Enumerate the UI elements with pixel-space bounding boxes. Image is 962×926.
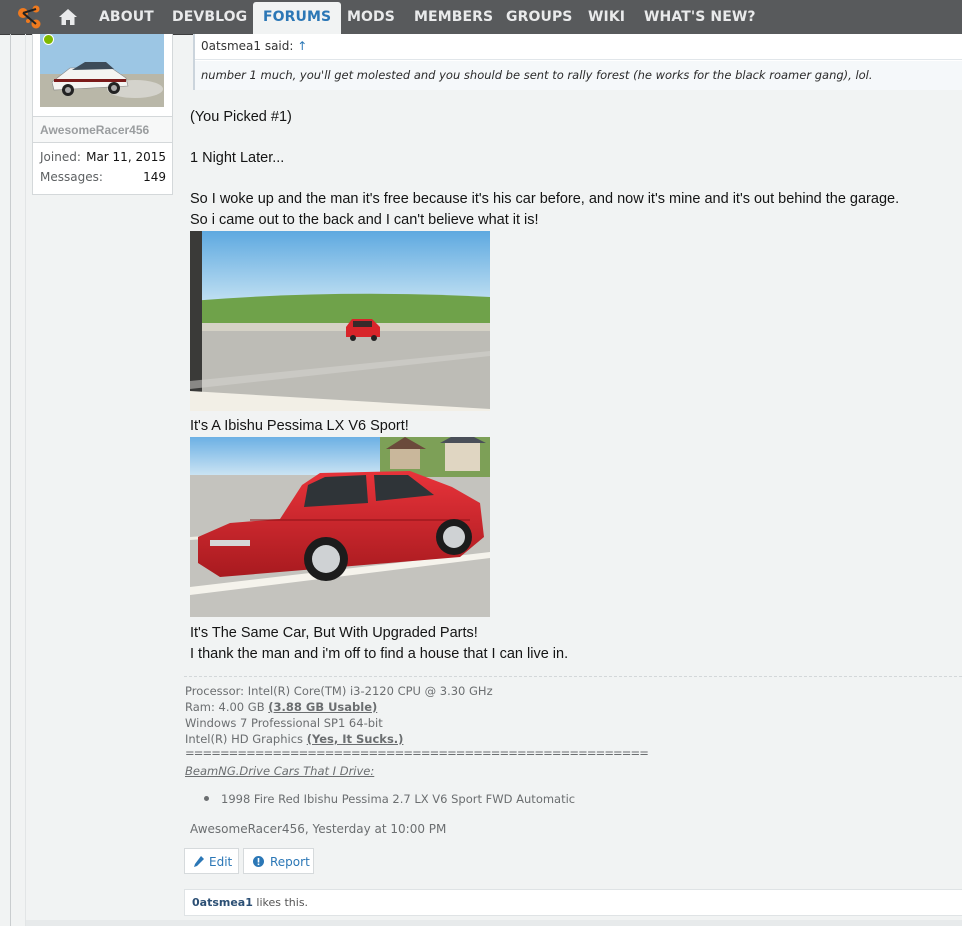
nav-tab-members[interactable]: MEMBERS bbox=[414, 0, 493, 34]
sig-cars-title: BeamNG.Drive Cars That I Drive: bbox=[185, 764, 375, 778]
sig-processor: Processor: Intel(R) Core(TM) i3-2120 CPU… bbox=[185, 684, 493, 698]
nav-tab-groups[interactable]: GROUPS bbox=[506, 0, 573, 34]
username[interactable]: AwesomeRacer456 bbox=[33, 116, 172, 143]
avatar[interactable] bbox=[40, 34, 164, 107]
sig-ram: Ram: 4.00 GB (3.88 GB Usable) bbox=[185, 700, 377, 714]
edit-button-label: Edit bbox=[209, 855, 233, 869]
report-button-label: Report bbox=[270, 855, 310, 869]
report-button[interactable]: Report bbox=[243, 848, 314, 874]
post-bottom-border bbox=[26, 920, 962, 926]
joined-row: Joined: Mar 11, 2015 bbox=[40, 150, 166, 164]
post-line-woke: So I woke up and the man it's free becau… bbox=[190, 191, 900, 207]
list-bullet bbox=[204, 796, 209, 801]
post-line-night: 1 Night Later... bbox=[190, 150, 285, 166]
messages-label: Messages: bbox=[40, 170, 103, 184]
top-nav: ABOUT DEVBLOG FORUMS MODS MEMBERS GROUPS… bbox=[0, 0, 962, 35]
likes-user-link[interactable]: 0atsmea1 bbox=[192, 896, 253, 909]
likes-suffix: likes this. bbox=[252, 896, 309, 909]
sig-gpu: Intel(R) HD Graphics (Yes, It Sucks.) bbox=[185, 732, 403, 746]
quote-header: 0atsmea1 said: ↑ bbox=[195, 34, 962, 60]
user-profile-card: AwesomeRacer456 Joined: Mar 11, 2015 Mes… bbox=[32, 34, 173, 195]
post-caption-pessima: It's A Ibishu Pessima LX V6 Sport! bbox=[190, 418, 409, 434]
nav-tab-about[interactable]: ABOUT bbox=[99, 0, 154, 34]
beamng-logo-icon[interactable] bbox=[16, 4, 44, 30]
page-border-inner bbox=[25, 34, 26, 926]
alert-icon bbox=[253, 856, 264, 867]
post-image-car[interactable] bbox=[190, 437, 490, 617]
post-line-picked: (You Picked #1) bbox=[190, 109, 292, 125]
nav-tab-wiki[interactable]: WIKI bbox=[588, 0, 625, 34]
sig-separator: ========================================… bbox=[185, 746, 649, 760]
joined-label: Joined: bbox=[40, 150, 81, 164]
pencil-icon bbox=[194, 856, 204, 867]
post-line-came-out: So i came out to the back and I can't be… bbox=[190, 212, 539, 228]
online-status-dot bbox=[43, 34, 54, 45]
post-line-same-car: It's The Same Car, But With Upgraded Par… bbox=[190, 625, 478, 641]
post-image-lot[interactable] bbox=[190, 231, 490, 411]
edit-button[interactable]: Edit bbox=[184, 848, 239, 874]
signature-divider bbox=[184, 676, 962, 677]
quote-author: 0atsmea1 said: bbox=[201, 39, 294, 53]
quote-text: number 1 much, you'll get molested and y… bbox=[195, 61, 962, 90]
sig-car-item: 1998 Fire Red Ibishu Pessima 2.7 LX V6 S… bbox=[221, 792, 576, 806]
quote-block: 0atsmea1 said: ↑ number 1 much, you'll g… bbox=[193, 34, 962, 90]
joined-value: Mar 11, 2015 bbox=[86, 150, 166, 164]
quote-jump-arrow-icon[interactable]: ↑ bbox=[297, 39, 307, 53]
sig-ram-usable: (3.88 GB Usable) bbox=[268, 700, 378, 714]
nav-tab-whats-new[interactable]: WHAT'S NEW? bbox=[644, 0, 756, 34]
nav-tab-devblog[interactable]: DEVBLOG bbox=[172, 0, 247, 34]
sig-gpu-note: (Yes, It Sucks.) bbox=[306, 732, 404, 746]
nav-tab-mods[interactable]: MODS bbox=[347, 0, 395, 34]
sig-gpu-prefix: Intel(R) HD Graphics bbox=[185, 732, 307, 746]
sig-ram-prefix: Ram: 4.00 GB bbox=[185, 700, 269, 714]
likes-bar: 0atsmea1 likes this. bbox=[184, 889, 962, 916]
sig-os: Windows 7 Professional SP1 64-bit bbox=[185, 716, 383, 730]
nav-tab-forums[interactable]: FORUMS bbox=[253, 2, 342, 34]
home-icon[interactable] bbox=[58, 8, 78, 26]
messages-row: Messages: 149 bbox=[40, 170, 166, 184]
page-border bbox=[10, 34, 11, 926]
post-line-thank: I thank the man and i'm off to find a ho… bbox=[190, 646, 569, 662]
messages-value: 149 bbox=[143, 170, 166, 184]
post-byline[interactable]: AwesomeRacer456, Yesterday at 10:00 PM bbox=[190, 822, 446, 836]
